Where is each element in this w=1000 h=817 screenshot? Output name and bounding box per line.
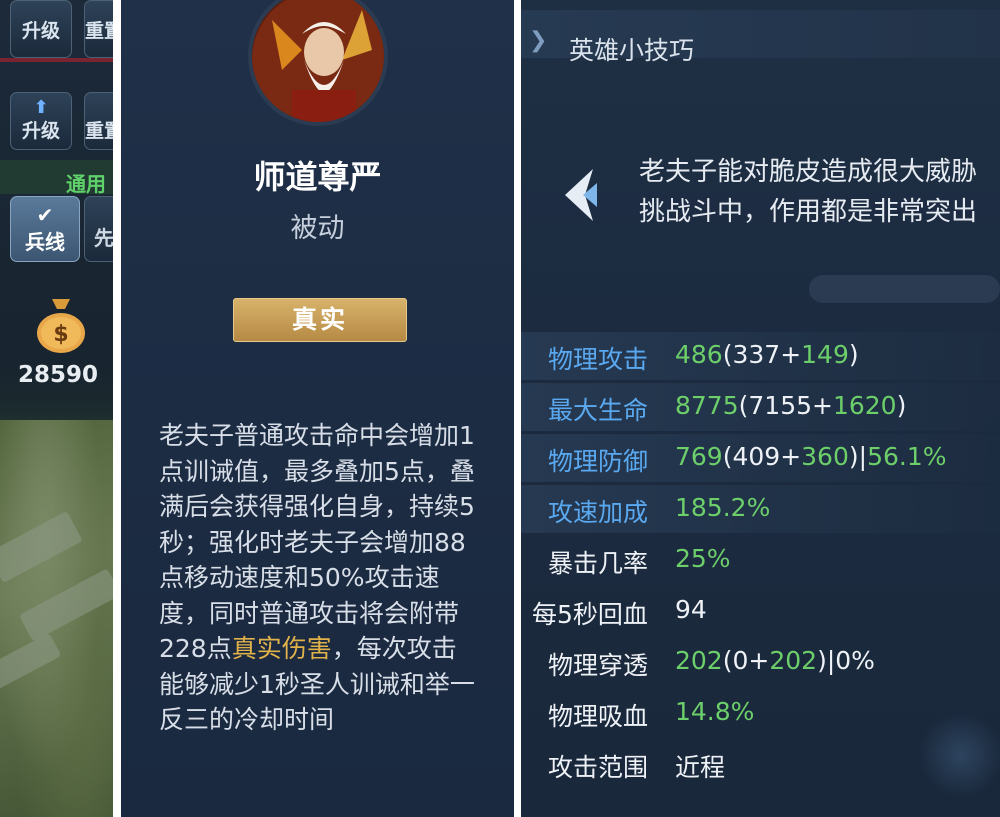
stat-label: 攻速加成 — [548, 498, 649, 527]
panel-gap — [514, 0, 521, 817]
stat-value: 8775(7155+1620) — [675, 391, 906, 420]
map-ground — [0, 420, 113, 817]
check-icon: ✔ — [36, 202, 54, 227]
stat-row: 物理攻击 486(337+149) — [521, 332, 1000, 380]
stat-value: 202(0+202)|0% — [675, 646, 875, 675]
stat-row: 攻速加成 185.2% — [521, 485, 1000, 533]
stat-value-part: 202 — [769, 646, 818, 675]
back-arrow-icon[interactable] — [557, 165, 601, 225]
up-arrow-icon: ⬆ — [33, 96, 49, 118]
stat-value-part: 56.1% — [867, 442, 947, 471]
stat-value: 94 — [675, 595, 707, 624]
stat-value-part: + — [812, 391, 833, 420]
stat-value-base: 94 — [675, 595, 707, 624]
game-sidebar-strip: 升级 重置 ⬆ 升级 重置 通用 ✔ 兵线 先 $ 28590 — [0, 0, 113, 817]
stat-value-part: + — [780, 340, 802, 369]
stat-value-part: 337 — [732, 340, 781, 369]
chevron-right-icon: ❯ — [529, 28, 548, 53]
faded-bar — [809, 275, 1000, 303]
stat-value-part: ) — [896, 391, 907, 420]
stat-label: 攻击范围 — [548, 753, 649, 782]
up-arrow-icon — [101, 100, 107, 116]
stat-value-base: 8775 — [675, 391, 739, 420]
upgrade-button-1[interactable]: 升级 — [10, 0, 72, 58]
tip-line-1: 老夫子能对脆皮造成很大威胁 — [639, 157, 978, 187]
stat-value-part: ) — [848, 340, 859, 369]
stat-value: 14.8% — [675, 697, 754, 726]
hero-avatar-icon — [252, 0, 384, 122]
stat-value-part: )| — [848, 442, 868, 471]
stat-value-part: 360 — [801, 442, 849, 471]
stat-value-part: + — [780, 442, 802, 471]
stat-row: 暴击几率 25% — [521, 536, 1000, 584]
hero-portrait — [248, 0, 388, 126]
stat-value-base: 185.2% — [675, 493, 771, 522]
stat-value-base: 25% — [675, 544, 731, 573]
stat-value-part: + — [748, 646, 770, 675]
stat-row: 最大生命 8775(7155+1620) — [521, 383, 1000, 431]
stat-label: 物理穿透 — [548, 651, 649, 680]
reset-button-1[interactable]: 重置 — [84, 0, 113, 58]
stat-value-base: 769 — [675, 442, 723, 471]
stat-value-base: 486 — [675, 340, 723, 369]
stat-value-part: 409 — [732, 442, 781, 471]
upgrade-button-2[interactable]: ⬆ 升级 — [10, 92, 72, 150]
reset-label: 重置 — [85, 119, 113, 142]
stat-value-base: 14.8% — [675, 697, 755, 726]
gold-amount: 28590 — [18, 362, 99, 388]
stat-label: 每5秒回血 — [532, 600, 648, 629]
minion-button[interactable]: ✔ 兵线 — [10, 196, 80, 262]
stat-value: 25% — [675, 544, 731, 573]
stat-row: 物理穿透 202(0+202)|0% — [521, 638, 1000, 686]
skill-type: 被动 — [290, 213, 345, 244]
stat-value: 769(409+360)|56.1% — [675, 442, 946, 471]
hero-stats-panel: ❯ 英雄小技巧 老夫子能对脆皮造成很大威胁 挑战斗中，作用都是非常突出 物理攻击… — [521, 0, 1000, 817]
minion-label: 兵线 — [25, 229, 65, 254]
svg-text:$: $ — [53, 322, 68, 347]
reset-label: 重置 — [85, 19, 113, 42]
tip-line-2: 挑战斗中，作用都是非常突出 — [639, 197, 978, 227]
stat-label: 物理防御 — [548, 447, 649, 476]
panel-gap — [113, 0, 121, 817]
money-bag-icon: $ — [37, 299, 85, 353]
upgrade-label: 升级 — [21, 119, 60, 142]
stat-value-base: 202 — [675, 646, 723, 675]
stat-label: 暴击几率 — [548, 549, 649, 578]
stat-value: 185.2% — [675, 493, 770, 522]
skill-description: 老夫子普通攻击命中会增加1点训诫值，最多叠加5点，叠满后会获得强化自身，持续5秒… — [159, 418, 481, 738]
skill-desc-highlight: 真实伤害 — [231, 634, 332, 663]
general-label: 通用 — [66, 172, 106, 196]
tip-text: 老夫子能对脆皮造成很大威胁 挑战斗中，作用都是非常突出 — [639, 152, 1000, 232]
stat-label: 物理攻击 — [548, 345, 649, 374]
skill-name: 师道尊严 — [253, 158, 382, 196]
stat-value: 486(337+149) — [675, 340, 859, 369]
skill-desc-text: 老夫子普通攻击命中会增加1点训诫值，最多叠加5点，叠满后会获得强化自身，持续5秒… — [159, 421, 475, 663]
tips-title: 英雄小技巧 — [569, 36, 695, 65]
stat-value-base: 近程 — [675, 753, 726, 782]
stat-label: 最大生命 — [548, 396, 649, 425]
first-button[interactable]: 先 — [84, 196, 113, 262]
stat-value-part: 0 — [732, 646, 749, 675]
stat-value: 近程 — [675, 748, 725, 784]
stat-row: 物理防御 769(409+360)|56.1% — [521, 434, 1000, 482]
skill-detail-panel: 师道尊严 被动 真实 老夫子普通攻击命中会增加1点训诫值，最多叠加5点，叠满后会… — [121, 0, 514, 817]
stat-value-part: )|0% — [817, 646, 875, 675]
decor-orb — [921, 710, 1000, 800]
upgrade-label: 升级 — [21, 19, 60, 42]
stat-row: 每5秒回血 94 — [521, 587, 1000, 635]
damage-type-badge: 真实 — [233, 298, 407, 342]
divider-line — [0, 58, 113, 62]
first-label: 先 — [94, 226, 113, 250]
tips-header[interactable]: ❯ 英雄小技巧 — [521, 10, 1000, 65]
reset-button-2[interactable]: 重置 — [84, 92, 113, 150]
stat-label: 物理吸血 — [548, 702, 649, 731]
stat-value-part: 149 — [801, 340, 849, 369]
stat-value-part: ( — [738, 391, 749, 420]
stat-value-part: 1620 — [832, 391, 897, 420]
stat-value-part: 7155 — [748, 391, 813, 420]
